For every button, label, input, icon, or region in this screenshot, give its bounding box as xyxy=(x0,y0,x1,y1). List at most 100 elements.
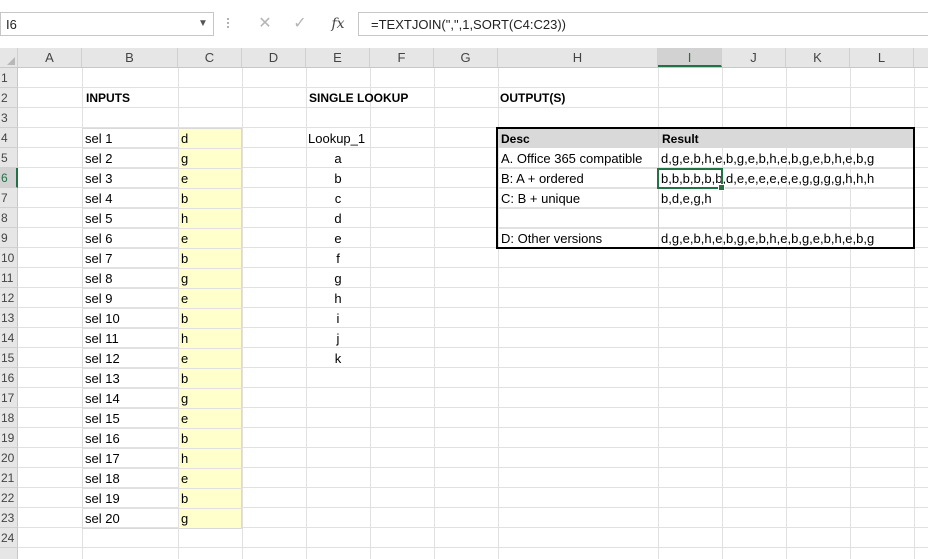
input-label[interactable]: sel 16 xyxy=(85,429,120,449)
row-header[interactable]: 20 xyxy=(0,448,18,468)
input-label[interactable]: sel 5 xyxy=(85,209,112,229)
lookup-value[interactable]: a xyxy=(300,149,376,169)
input-label[interactable]: sel 12 xyxy=(85,349,120,369)
row-header[interactable]: 14 xyxy=(0,328,18,348)
column-header-d[interactable]: D xyxy=(242,48,306,67)
input-label[interactable]: sel 8 xyxy=(85,269,112,289)
row-header[interactable]: 21 xyxy=(0,468,18,488)
column-header-b[interactable]: B xyxy=(82,48,178,67)
lookup-value[interactable]: d xyxy=(300,209,376,229)
output-desc[interactable]: B: A + ordered xyxy=(501,169,584,189)
lookup-value[interactable]: e xyxy=(300,229,376,249)
input-value[interactable]: e xyxy=(181,409,188,429)
column-header-l[interactable]: L xyxy=(850,48,914,67)
output-desc[interactable]: C: B + unique xyxy=(501,189,580,209)
row-header[interactable]: 6 xyxy=(0,168,18,188)
input-value[interactable]: e xyxy=(181,469,188,489)
row-header[interactable]: 4 xyxy=(0,128,18,148)
enter-icon[interactable]: ✓ xyxy=(289,14,311,34)
lookup-value[interactable]: c xyxy=(300,189,376,209)
input-value[interactable]: b xyxy=(181,189,188,209)
column-header-c[interactable]: C xyxy=(178,48,242,67)
select-all-button[interactable] xyxy=(0,48,18,67)
row-header[interactable]: 13 xyxy=(0,308,18,328)
input-value[interactable]: b xyxy=(181,309,188,329)
row-header[interactable]: 2 xyxy=(0,88,18,108)
column-header-m[interactable] xyxy=(914,48,928,67)
lookup-value[interactable]: k xyxy=(300,349,376,369)
column-header-a[interactable]: A xyxy=(18,48,82,67)
input-label[interactable]: sel 7 xyxy=(85,249,112,269)
input-label[interactable]: sel 9 xyxy=(85,289,112,309)
input-label[interactable]: sel 3 xyxy=(85,169,112,189)
input-label[interactable]: sel 17 xyxy=(85,449,120,469)
row-header[interactable]: 11 xyxy=(0,268,18,288)
row-header[interactable]: 22 xyxy=(0,488,18,508)
input-value[interactable]: h xyxy=(181,209,188,229)
input-label[interactable]: sel 15 xyxy=(85,409,120,429)
input-value[interactable]: e xyxy=(181,169,188,189)
input-value[interactable]: g xyxy=(181,509,188,529)
input-value[interactable]: d xyxy=(181,129,188,149)
row-header[interactable]: 17 xyxy=(0,388,18,408)
input-value[interactable]: h xyxy=(181,449,188,469)
input-value[interactable]: g xyxy=(181,389,188,409)
formula-input[interactable]: =TEXTJOIN(",",1,SORT(C4:C23)) xyxy=(358,12,928,36)
input-value[interactable]: b xyxy=(181,489,188,509)
column-header-k[interactable]: K xyxy=(786,48,850,67)
input-label[interactable]: sel 13 xyxy=(85,369,120,389)
active-cell-cursor[interactable] xyxy=(657,168,725,191)
column-header-g[interactable]: G xyxy=(434,48,498,67)
output-desc[interactable]: D: Other versions xyxy=(501,229,602,249)
output-result[interactable]: d,g,e,b,h,e,b,g,e,b,h,e,b,g,e,b,h,e,b,g xyxy=(661,229,911,249)
output-result[interactable] xyxy=(661,209,911,229)
input-label[interactable]: sel 18 xyxy=(85,469,120,489)
input-value[interactable]: e xyxy=(181,349,188,369)
input-value[interactable]: b xyxy=(181,429,188,449)
name-box[interactable]: I6 ▼ xyxy=(0,12,214,36)
lookup-value[interactable]: b xyxy=(300,169,376,189)
lookup-value[interactable]: f xyxy=(300,249,376,269)
row-header[interactable]: 1 xyxy=(0,68,18,88)
lookup-value[interactable]: g xyxy=(300,269,376,289)
row-header[interactable]: 3 xyxy=(0,108,18,128)
row-header[interactable]: 10 xyxy=(0,248,18,268)
input-label[interactable]: sel 1 xyxy=(85,129,112,149)
column-header-j[interactable]: J xyxy=(722,48,786,67)
row-header[interactable]: 16 xyxy=(0,368,18,388)
input-value[interactable]: e xyxy=(181,229,188,249)
output-desc[interactable]: A. Office 365 compatible xyxy=(501,149,642,169)
row-header[interactable]: 5 xyxy=(0,148,18,168)
input-label[interactable]: sel 10 xyxy=(85,309,120,329)
row-header[interactable]: 7 xyxy=(0,188,18,208)
drag-handle-icon[interactable] xyxy=(226,18,230,30)
input-value[interactable]: b xyxy=(181,369,188,389)
row-header[interactable]: 8 xyxy=(0,208,18,228)
input-label[interactable]: sel 4 xyxy=(85,189,112,209)
input-value[interactable]: b xyxy=(181,249,188,269)
row-header[interactable]: 24 xyxy=(0,528,18,548)
cancel-icon[interactable]: ✕ xyxy=(254,14,276,34)
lookup-value[interactable]: h xyxy=(300,289,376,309)
column-header-h[interactable]: H xyxy=(498,48,658,67)
row-header[interactable]: 23 xyxy=(0,508,18,528)
input-value[interactable]: h xyxy=(181,329,188,349)
row-header[interactable]: 12 xyxy=(0,288,18,308)
row-header[interactable]: 9 xyxy=(0,228,18,248)
input-value[interactable]: g xyxy=(181,149,188,169)
input-label[interactable]: sel 14 xyxy=(85,389,120,409)
input-label[interactable]: sel 2 xyxy=(85,149,112,169)
input-value[interactable]: g xyxy=(181,269,188,289)
input-label[interactable]: sel 19 xyxy=(85,489,120,509)
output-result[interactable]: b,d,e,g,h xyxy=(661,189,911,209)
input-label[interactable]: sel 20 xyxy=(85,509,120,529)
output-result[interactable]: d,g,e,b,h,e,b,g,e,b,h,e,b,g,e,b,h,e,b,g xyxy=(661,149,911,169)
column-header-f[interactable]: F xyxy=(370,48,434,67)
row-header[interactable]: 15 xyxy=(0,348,18,368)
chevron-down-icon[interactable]: ▼ xyxy=(197,17,209,31)
insert-function-icon[interactable]: fx xyxy=(327,14,349,34)
column-header-i[interactable]: I xyxy=(658,48,722,67)
input-label[interactable]: sel 11 xyxy=(85,329,119,349)
lookup-value[interactable]: j xyxy=(300,329,376,349)
column-header-e[interactable]: E xyxy=(306,48,370,67)
